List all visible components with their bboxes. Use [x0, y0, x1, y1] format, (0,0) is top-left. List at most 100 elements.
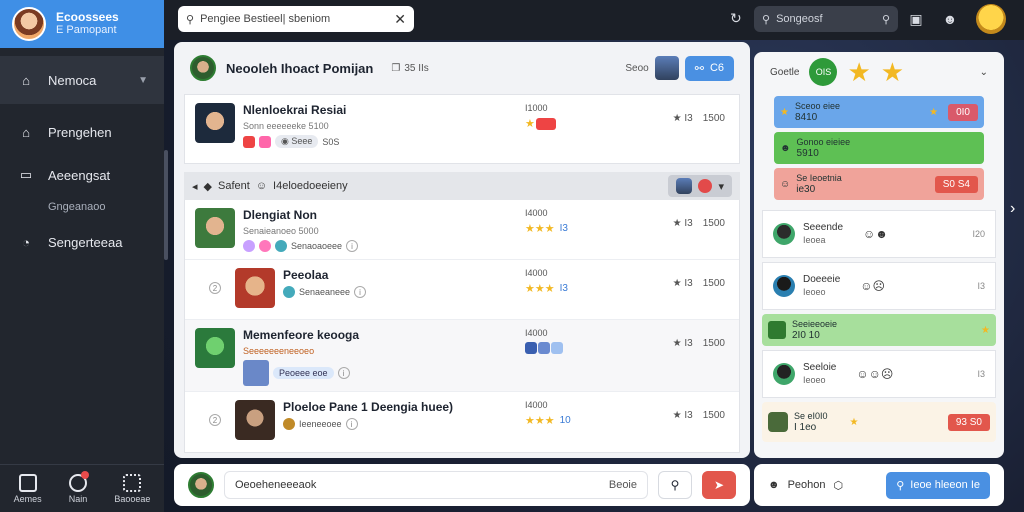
user-reactions: ☺☺☹: [856, 367, 894, 381]
rating-stars: ★: [525, 117, 556, 130]
copy-icon[interactable]: ❐: [391, 63, 400, 74]
badge-icon: [525, 342, 537, 354]
list-item[interactable]: 2 Peeolaa Senaeaneee i I4000 ★★★ I3 ★ I3 …: [185, 260, 739, 320]
item-mid-value: I4000: [525, 328, 548, 338]
item-index: 2: [209, 414, 221, 426]
item-star-count: ★ I3: [672, 338, 693, 349]
sidebar-item-3[interactable]: ▭ Aeeengsat Gngeanaoo: [0, 160, 164, 218]
brand[interactable]: Ecoossees E Pamopant: [0, 0, 164, 48]
user-avatar: [773, 223, 795, 245]
header-thumbnail[interactable]: [654, 56, 679, 80]
item-thumbnail: [195, 328, 235, 368]
channel-avatar[interactable]: [190, 55, 216, 81]
sidebar-item-label: Sengerteeaa: [48, 234, 123, 250]
badge-icon: [535, 117, 556, 130]
search-input[interactable]: ⚲ Pengiee Bestieel| sbeniom ✕: [178, 6, 414, 32]
sidebar-item-2[interactable]: ⌂ Prengehen: [0, 104, 164, 160]
chevron-down-icon[interactable]: ▾: [718, 180, 724, 193]
sidebar-bottom-notifications[interactable]: Nain: [69, 470, 90, 504]
chat-icon: ▭: [19, 167, 33, 182]
item-thumbnail: [235, 268, 275, 308]
user-icon[interactable]: ☻: [940, 9, 960, 29]
star-icon: ★: [981, 324, 990, 336]
secondary-search-placeholder: Songeosf: [776, 13, 823, 25]
sidebar-bottom-apps[interactable]: Aemes: [14, 473, 42, 504]
item-subtitle: Sonn eeeeeeke 5100: [243, 121, 329, 131]
list-item[interactable]: Dlengiat Non Senaieanoeo 5000 Senaoaoeee…: [185, 200, 739, 260]
sidebar-item-home[interactable]: ⌂ Nemoca ▼: [0, 56, 164, 104]
profile-avatar[interactable]: [976, 4, 1006, 34]
chevron-right-icon[interactable]: ›: [1010, 200, 1015, 218]
user-row[interactable]: Seeloie Ieoeo ☺☺☹ I3: [762, 350, 996, 398]
comment-input[interactable]: Oeoeheneeeaok Beoie: [224, 471, 648, 499]
item-pill[interactable]: ◉ Seee: [275, 135, 319, 148]
chevron-down-icon[interactable]: ⌄: [980, 67, 988, 78]
search-button[interactable]: ⚲: [658, 471, 692, 499]
item-pill[interactable]: Peoeee eoe: [273, 367, 334, 379]
list-item[interactable]: 2 Ploeloe Pane 1 Deengia huee) Ieeneeoee…: [185, 392, 739, 452]
item-title: Nlenloekrai Resiai: [243, 103, 347, 117]
tag-icon: [243, 240, 255, 252]
user-row[interactable]: Doeeeie Ieoeo ☺☹ I3: [762, 262, 996, 310]
emoji-icon: ☺: [255, 180, 268, 192]
tag-icon: [243, 135, 255, 148]
user-row[interactable]: Seeende Ieoea ☺☻ I20: [762, 210, 996, 258]
notification-badge: [81, 470, 90, 479]
list-item[interactable]: Memenfeore keooga Seeeeeeeneeoeo Peoeee …: [185, 320, 739, 392]
leaderboard-strip[interactable]: Seeieeoeie 2I0 10 ★: [762, 314, 996, 346]
robot-icon[interactable]: ▣: [906, 9, 926, 29]
info-icon[interactable]: i: [354, 286, 367, 298]
header-action-button[interactable]: ⚯ C6: [684, 55, 734, 81]
search-icon: ⚲: [896, 479, 905, 492]
primary-cta-button[interactable]: ⚲ Ieoe hleeon Ie: [886, 471, 990, 499]
record-icon[interactable]: [698, 179, 713, 193]
tag-icon: [283, 286, 295, 298]
item-tag-text: Ieeneeoee: [299, 419, 342, 429]
strip-label: Sceoo eiee: [794, 101, 841, 111]
star-icon: ★: [880, 57, 905, 87]
leaderboard-strip[interactable]: Se eI0I0 I 1eo ★ 93 S0: [762, 402, 996, 442]
tag-icon: [283, 418, 295, 430]
strip-label: Se Ieoetnia: [796, 173, 842, 183]
strip-chip: S0 S4: [934, 175, 978, 193]
magnifier-icon[interactable]: ⚲: [882, 13, 890, 26]
item-thumbnail: [195, 208, 235, 248]
info-icon[interactable]: i: [346, 240, 359, 252]
sidebar-scrollbar[interactable]: [164, 150, 168, 260]
item-tags: Ieeneeoee i: [283, 418, 503, 430]
refresh-icon[interactable]: ↻: [730, 10, 742, 27]
search-icon: ⚲: [670, 478, 680, 492]
close-icon[interactable]: ✕: [394, 11, 406, 28]
item-tags: ◉ Seee S0S: [243, 135, 513, 148]
header-action-label: C6: [709, 61, 724, 74]
status-badge[interactable]: OIS: [809, 58, 838, 86]
secondary-search-input[interactable]: ⚲ Songeosf ⚲: [754, 6, 898, 32]
user-name: Doeeeie: [803, 274, 841, 285]
leaderboard-strip[interactable]: ★ Sceoo eiee 8410 ★ 0I0: [774, 96, 984, 128]
send-button[interactable]: ➤: [702, 471, 736, 499]
list-item[interactable]: Nlenloekrai Resiai Sonn eeeeeeke 5100 ◉ …: [184, 94, 740, 164]
info-icon[interactable]: i: [337, 367, 350, 379]
strip-chip: 93 S0: [947, 413, 990, 431]
leaderboard-strip[interactable]: ☻ Gonoo eieiee 5910: [774, 132, 984, 164]
item-index: 2: [209, 282, 221, 294]
commenter-avatar: [188, 472, 214, 498]
rating-stars: ★★★ I3: [525, 283, 568, 295]
sidebar-item-4[interactable]: ◔ Sengerteeaa: [0, 218, 164, 266]
user-number: I3: [977, 281, 985, 291]
leaderboard-strip[interactable]: ☺ Se Ieoetnia ie30 S0 S4: [774, 168, 984, 200]
right-header: Goetle OIS ★ ★ ⌄: [754, 52, 1004, 92]
sidebar-bottom-extensions[interactable]: Baooeae: [114, 473, 150, 504]
section-header[interactable]: ◂ ◆ Safent ☺ I4eloedoeeieny ▾: [184, 172, 740, 200]
item-mid-value: I4000: [525, 208, 548, 218]
search-icon: ⚲: [186, 13, 195, 26]
rating-stars: ★★★ 10: [525, 415, 571, 427]
item-title: Peeolaa: [283, 268, 329, 282]
right-panel: Goetle OIS ★ ★ ⌄ ★ Sceoo eiee 8410 ★ 0I0 …: [754, 52, 1004, 458]
item-thumbnail: [195, 103, 235, 143]
user-name: Seeende: [803, 222, 844, 233]
info-icon[interactable]: i: [345, 418, 358, 430]
back-icon[interactable]: ◂: [192, 180, 198, 193]
strip-avatar: [768, 412, 788, 432]
section-controls[interactable]: ▾: [668, 175, 732, 197]
